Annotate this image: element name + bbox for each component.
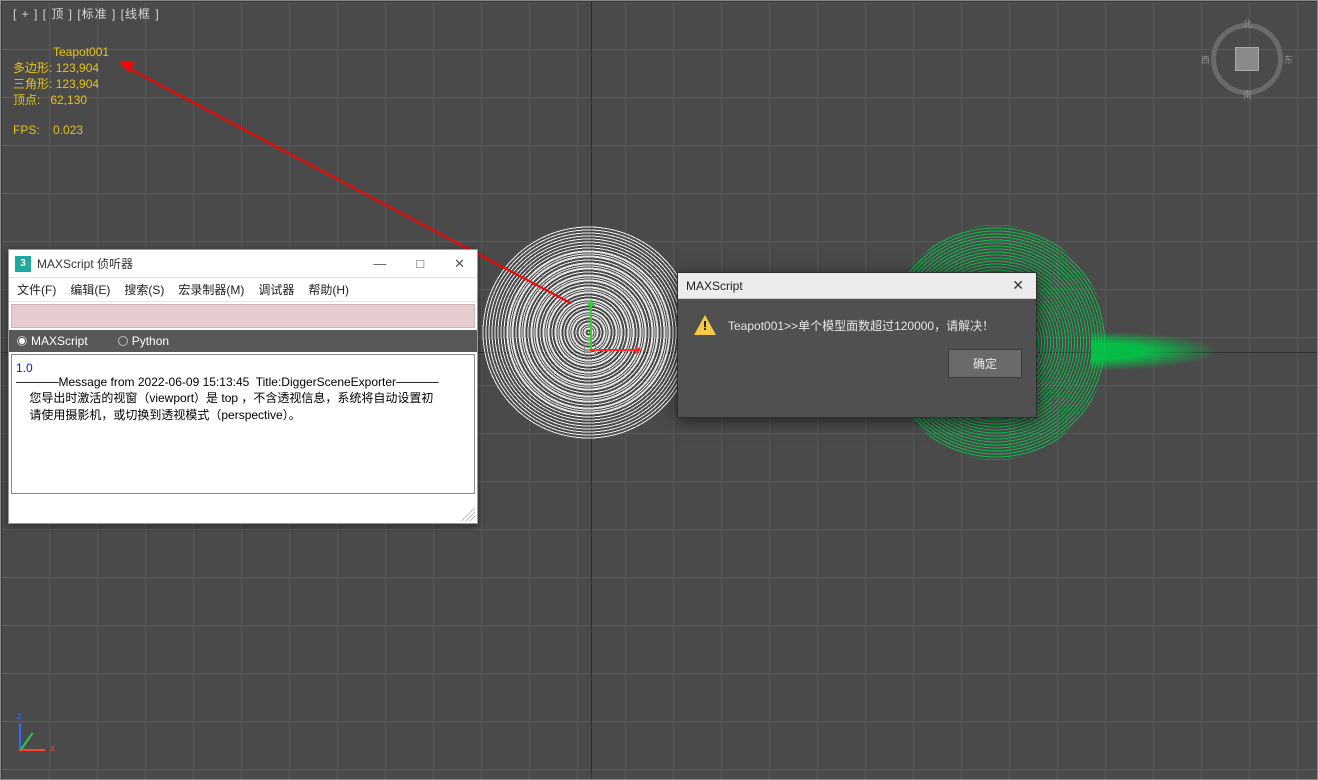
alert-titlebar[interactable]: MAXScript ✕ [678, 273, 1036, 299]
viewport-overlay: [ + ] [ 顶 ] [标准 ] [线框 ] Teapot001 多边形: 1… [13, 5, 160, 138]
alert-ok-button[interactable]: 确定 [948, 349, 1022, 378]
macro-recorder-pane[interactable] [11, 304, 475, 328]
stats-vert-value: 62,130 [50, 93, 87, 107]
stats-tri-value: 123,904 [56, 77, 99, 91]
alert-close-button[interactable]: ✕ [1008, 277, 1028, 294]
menu-macro[interactable]: 宏录制器(M) [178, 281, 244, 298]
listener-titlebar[interactable]: 3 MAXScript 侦听器 — □ ✕ [9, 250, 477, 278]
listener-title: MAXScript 侦听器 [37, 255, 133, 272]
viewcube-east[interactable]: 东 [1284, 53, 1293, 66]
console-line-2: ─────Message from 2022-06-09 15:13:45 Ti… [16, 375, 439, 389]
viewcube-west[interactable]: 西 [1201, 53, 1210, 66]
resize-grip[interactable] [461, 507, 475, 521]
viewcube[interactable]: 北 南 西 东 [1207, 19, 1287, 99]
console-line-3: 您导出时激活的视窗（viewport）是 top ，不含透视信息，系统将自动设置… [16, 391, 433, 405]
maximize-button[interactable]: □ [410, 254, 430, 274]
listener-output[interactable]: 1.0 ─────Message from 2022-06-09 15:13:4… [11, 354, 475, 494]
warning-icon [694, 315, 716, 335]
viewcube-north[interactable]: 北 [1243, 17, 1252, 30]
menu-search[interactable]: 搜索(S) [124, 281, 164, 298]
alert-title: MAXScript [686, 279, 743, 293]
maxscript-listener-window[interactable]: 3 MAXScript 侦听器 — □ ✕ 文件(F) 编辑(E) 搜索(S) … [8, 249, 478, 524]
maxscript-alert-dialog[interactable]: MAXScript ✕ Teapot001>>单个模型面数超过120000，请解… [677, 272, 1037, 418]
close-button[interactable]: ✕ [448, 254, 471, 274]
console-line-4: 请使用摄影机，或切换到透视模式（perspective）。 [16, 408, 301, 422]
stats-poly-value: 123,904 [56, 61, 99, 75]
teapot-white-wireframe[interactable] [481, 225, 696, 440]
stats-object-name: Teapot001 [53, 44, 160, 60]
world-axis-x [19, 749, 45, 751]
radio-dot-off [118, 336, 128, 346]
gizmo-x-axis[interactable] [590, 349, 640, 351]
radio-python[interactable]: Python [118, 334, 169, 348]
radio-maxscript[interactable]: MAXScript [17, 334, 88, 348]
stats-poly-label: 多边形: [13, 61, 52, 75]
viewcube-south[interactable]: 南 [1243, 88, 1252, 101]
viewcube-face[interactable] [1235, 47, 1259, 71]
app-icon: 3 [15, 256, 31, 272]
menu-file[interactable]: 文件(F) [17, 281, 56, 298]
viewport-stats: Teapot001 多边形: 123,904 三角形: 123,904 顶点: … [13, 44, 160, 138]
language-selector: MAXScript Python [9, 330, 477, 352]
radio-dot-on [17, 336, 27, 346]
alert-message: Teapot001>>单个模型面数超过120000，请解决！ [728, 317, 994, 334]
teapot-green-spout [1091, 331, 1221, 371]
console-line-1: 1.0 [16, 361, 33, 375]
stats-fps-label: FPS: [13, 123, 40, 137]
menu-edit[interactable]: 编辑(E) [70, 281, 110, 298]
menu-debugger[interactable]: 调试器 [258, 281, 294, 298]
minimize-button[interactable]: — [367, 254, 392, 274]
gizmo-z-axis[interactable] [584, 343, 596, 355]
stats-fps-value: 0.023 [53, 123, 83, 137]
listener-menubar: 文件(F) 编辑(E) 搜索(S) 宏录制器(M) 调试器 帮助(H) [9, 278, 477, 302]
viewport-label[interactable]: [ + ] [ 顶 ] [标准 ] [线框 ] [13, 5, 160, 22]
stats-tri-label: 三角形: [13, 77, 52, 91]
menu-help[interactable]: 帮助(H) [308, 281, 349, 298]
stats-vert-label: 顶点: [13, 93, 40, 107]
